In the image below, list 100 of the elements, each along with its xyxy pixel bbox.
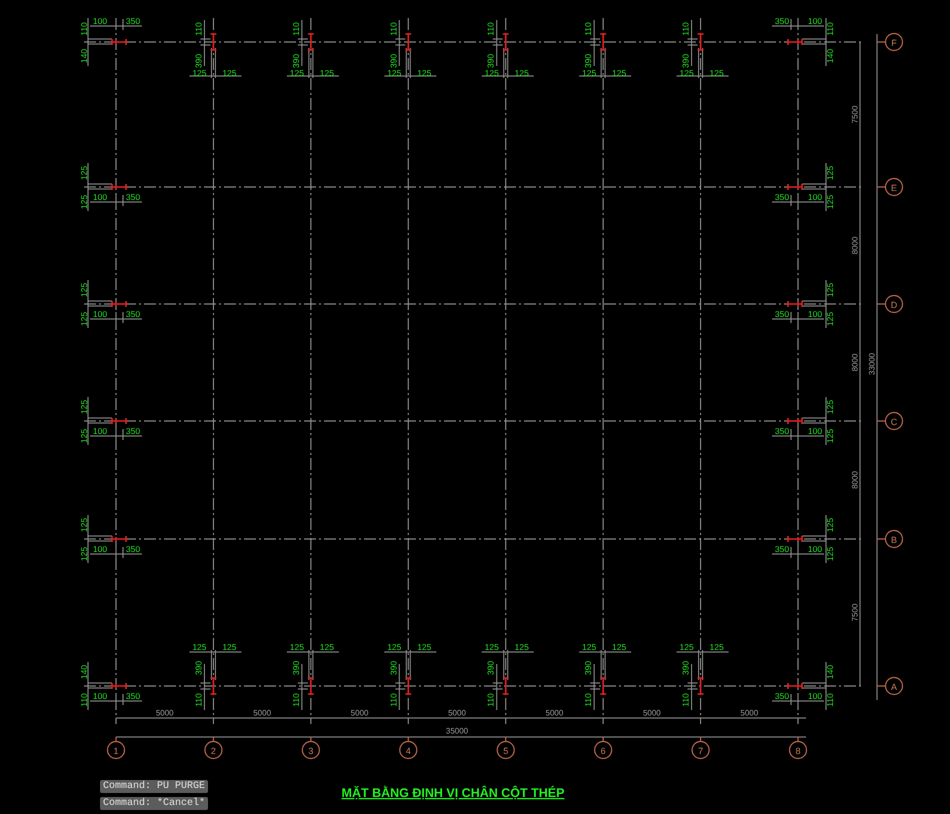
dimension-label: 110: [486, 693, 496, 707]
dimension-label: 350: [126, 192, 140, 202]
dimension-label: 110: [290, 693, 301, 707]
dimension-label: 125: [679, 642, 694, 652]
dimension-label: 125: [679, 68, 694, 78]
dimension-label: 5000: [448, 708, 466, 718]
dimension-label: 125: [79, 428, 89, 444]
dimension-label: 390: [193, 660, 204, 676]
dimension-label: 100: [92, 16, 108, 26]
dimension-label: 390: [290, 660, 301, 676]
dimension-label: 125: [192, 68, 207, 78]
dimension-label: 125: [825, 428, 835, 444]
dimension-label: 125: [514, 68, 529, 78]
dimension-label: 100: [92, 544, 108, 554]
dimension-label: 100: [92, 691, 108, 701]
dimension-label: 125: [387, 642, 402, 652]
dimension-label: 125: [79, 282, 89, 298]
dimension-label: 110: [388, 693, 398, 707]
dimension-label: 125: [825, 546, 835, 562]
dimension-label: 350: [126, 544, 140, 554]
dimension-label: 390: [680, 54, 691, 68]
dimension-label: 125: [709, 68, 724, 78]
dimension-label: 125: [825, 194, 835, 210]
dimension-label: 5000: [253, 708, 272, 718]
dimension-label: 110: [825, 22, 835, 36]
dimension-label: 125: [484, 68, 499, 78]
dimension-label: 110: [79, 693, 89, 707]
dimension-label: 100: [808, 426, 822, 436]
dimension-label: 125: [79, 166, 89, 180]
dimension-label: 390: [486, 54, 496, 68]
dimension-label: 8000: [850, 236, 860, 254]
dimension-label: 5000: [350, 708, 368, 718]
dimension-label: 125: [387, 68, 402, 78]
dimension-label: 125: [825, 400, 835, 414]
dimension-label: 350: [126, 691, 140, 701]
dimension-label: 100: [92, 192, 108, 202]
dimension-label: 5000: [546, 708, 564, 718]
dimension-label: 125: [582, 68, 596, 78]
dimension-label: 8000: [850, 471, 860, 489]
dimension-label: 110: [680, 22, 691, 36]
dimension-label: 7500: [850, 106, 860, 124]
dimension-label: 110: [583, 693, 594, 707]
dimension-label: 140: [825, 664, 835, 680]
dimension-label: 125: [582, 642, 596, 652]
dimension-label: 125: [612, 68, 626, 78]
dimension-label: 390: [193, 54, 204, 68]
dimension-label: 100: [808, 16, 822, 26]
dimension-label: 110: [79, 22, 89, 36]
dimension-label: 125: [320, 642, 334, 652]
dimension-label: 100: [92, 426, 108, 436]
dimension-label: 350: [126, 16, 140, 26]
dimension-label: 125: [79, 546, 89, 562]
dimension-label: 350: [774, 544, 790, 554]
dimension-label: 125: [417, 642, 432, 652]
dimension-label: 125: [290, 642, 304, 652]
dimension-label: 350: [774, 16, 790, 26]
dimension-label: 7500: [850, 604, 860, 622]
dimension-label: 125: [514, 642, 529, 652]
dimension-label: 100: [92, 309, 108, 319]
dimension-label: 140: [79, 664, 89, 680]
dimension-label: 35000: [446, 726, 468, 736]
dimension-label: 110: [388, 22, 398, 36]
dimension-label: 110: [680, 693, 691, 707]
dimension-label: 125: [222, 642, 237, 652]
dimension-label: 110: [290, 22, 301, 36]
dimension-label: 33000: [868, 352, 876, 376]
drawing-title: MẶT BẰNG ĐỊNH VỊ CHÂN CỘT THÉP: [342, 786, 564, 800]
dimension-label: 100: [808, 544, 822, 554]
dimension-label: 390: [290, 54, 301, 68]
dimension-label: 110: [193, 22, 204, 36]
dimension-label: 125: [79, 312, 89, 326]
dimension-label: 350: [126, 426, 140, 436]
dimension-label: 140: [825, 48, 835, 64]
dimension-label: 350: [774, 426, 790, 436]
dimension-label: 125: [192, 642, 207, 652]
dimension-label: 125: [79, 518, 89, 532]
dimension-label: 125: [417, 68, 432, 78]
dimension-label: 350: [774, 309, 790, 319]
dimension-label: 125: [709, 642, 724, 652]
dimension-label: 110: [486, 22, 496, 36]
dimension-label: 100: [808, 192, 822, 202]
dimension-label: 125: [825, 166, 835, 180]
dimension-label: 390: [583, 54, 594, 68]
dimension-label: 125: [825, 518, 835, 532]
dimension-label: 390: [583, 660, 594, 676]
dimension-label: 100: [808, 309, 822, 319]
dimension-label: 5000: [740, 708, 758, 718]
dimension-label: 125: [825, 282, 835, 298]
dimension-label: 125: [79, 194, 89, 210]
dimension-label: 390: [388, 660, 398, 676]
dimension-label: 350: [774, 192, 790, 202]
dimension-label: 390: [680, 660, 691, 676]
dimension-label: 350: [126, 309, 140, 319]
dimension-label: 5000: [642, 708, 661, 718]
dimension-label: 125: [222, 68, 237, 78]
dimension-label: 125: [825, 312, 835, 326]
dimension-label: 125: [290, 68, 304, 78]
dimension-label: 110: [583, 22, 594, 36]
dimension-label: 390: [388, 54, 398, 68]
dimension-label: 5000: [156, 708, 174, 718]
